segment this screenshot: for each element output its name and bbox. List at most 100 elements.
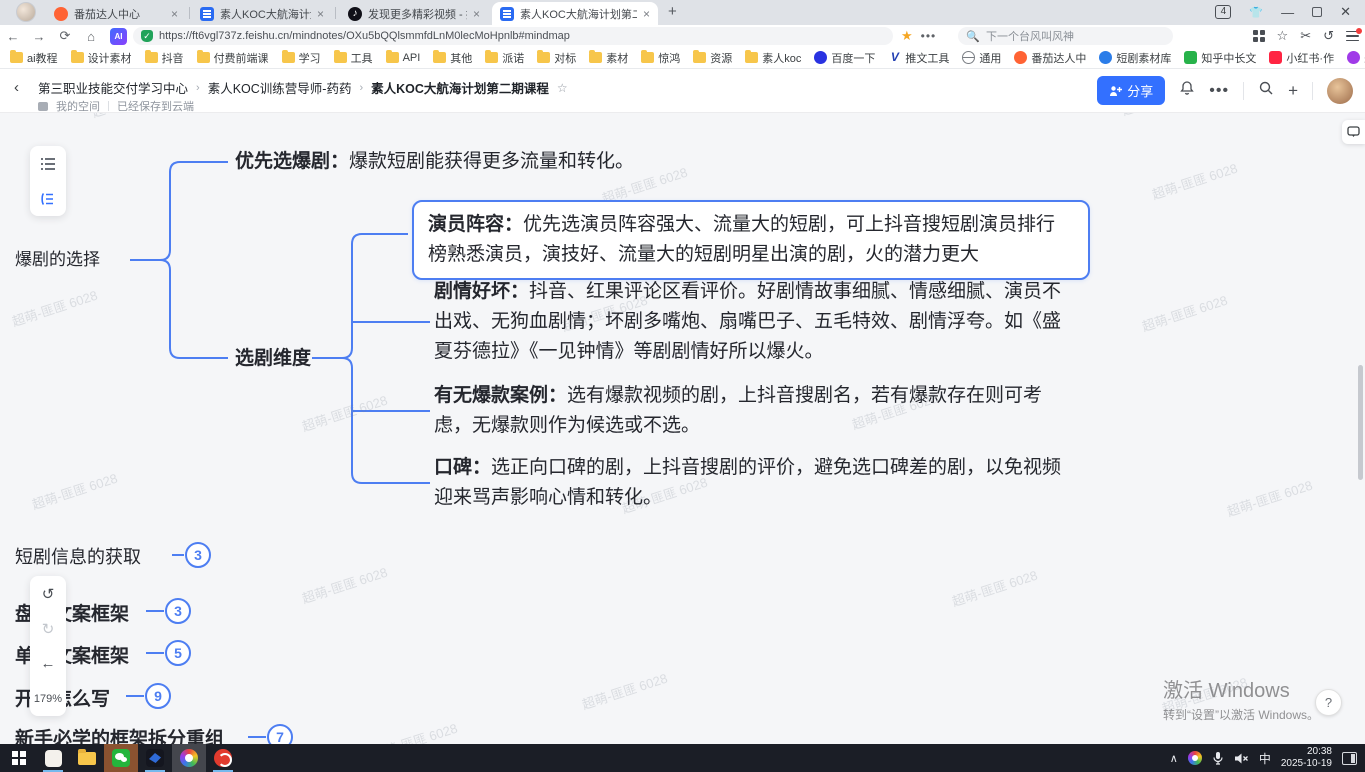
breadcrumb-item[interactable]: 素人KOC训练营导师-药药 — [208, 78, 352, 97]
tab-close-icon[interactable]: × — [171, 7, 178, 21]
browser-profile-avatar[interactable] — [16, 2, 36, 22]
tab-fanqie-center[interactable]: 番茄达人中心 × — [46, 2, 186, 25]
favorite-star-icon[interactable]: ☆ — [557, 81, 568, 95]
mindmap-view-button[interactable] — [30, 181, 66, 216]
mindmap-node-priority[interactable]: 优先选爆剧：爆款短剧能获得更多流量和转化。 — [235, 147, 667, 177]
mindmap-canvas[interactable]: 超萌-匪匪 6028 超萌-匪匪 6028 超萌-匪匪 6028 超萌-匪匪 6… — [0, 113, 1365, 744]
taskbar-wechat[interactable] — [104, 744, 138, 772]
ai-assistant-icon[interactable]: AI — [110, 28, 127, 45]
tab-close-icon[interactable]: × — [643, 7, 650, 21]
address-bar[interactable]: ✓ https://ft6vgl737z.feishu.cn/mindnotes… — [133, 27, 893, 45]
outline-view-button[interactable] — [30, 146, 66, 181]
bookmark-folder[interactable]: 素人koc — [745, 50, 801, 66]
restore-button[interactable] — [1312, 7, 1322, 17]
mindmap-node-reputation[interactable]: 口碑：选正向口碑的剧，上抖音搜剧的评价，避免选口碑差的剧，以免视频迎来骂声影响心… — [434, 453, 1070, 513]
mindmap-node-info-sources[interactable]: 短剧信息的获取 — [15, 543, 141, 569]
collapse-count-badge[interactable]: 7 — [267, 724, 293, 744]
share-button[interactable]: 分享 — [1097, 76, 1165, 105]
back-icon[interactable]: ← — [0, 29, 26, 44]
bookmarked-star-icon[interactable]: ★ — [901, 28, 913, 44]
scissors-screenshot-icon[interactable]: ✂ — [1300, 28, 1311, 44]
reload-icon[interactable]: ⟳ — [52, 28, 78, 44]
mindmap-node-dimensions[interactable]: 选剧维度 — [235, 344, 311, 374]
bookmark-folder[interactable]: 设计素材 — [71, 50, 132, 66]
volume-muted-icon[interactable] — [1234, 752, 1249, 765]
bookmark-folder[interactable]: 抖音 — [145, 50, 184, 66]
bookmark-xiaohongshu[interactable]: 小红书·作 — [1269, 50, 1334, 66]
collapse-count-badge[interactable]: 3 — [165, 598, 191, 624]
bookmark-folder[interactable]: 惊鸿 — [641, 50, 680, 66]
minimize-button[interactable]: — — [1281, 5, 1294, 20]
collapse-count-badge[interactable]: 3 — [185, 542, 211, 568]
bookmark-folder[interactable]: 对标 — [537, 50, 576, 66]
bookmark-zhihu[interactable]: 知乎中长文 — [1184, 50, 1256, 66]
tray-browser-icon[interactable] — [1188, 751, 1202, 765]
taskbar-app-dark[interactable] — [138, 744, 172, 772]
space-label[interactable]: 我的空间 — [56, 98, 100, 114]
taskbar-clock[interactable]: 20:38 2025-10-19 — [1281, 746, 1332, 770]
forward-icon[interactable]: → — [26, 29, 52, 44]
mindmap-node-framework-remix[interactable]: 新手必学的框架拆分重组 — [15, 724, 224, 744]
bookmark-folder[interactable]: 学习 — [282, 50, 321, 66]
help-button[interactable]: ? — [1315, 689, 1342, 716]
microphone-icon[interactable] — [1212, 751, 1224, 765]
bookmark-baidu[interactable]: 百度一下 — [814, 50, 875, 66]
tab-feishu-doc-active[interactable]: 素人KOC大航海计划第二期 × — [492, 2, 658, 25]
mindmap-node-hit-cases[interactable]: 有无爆款案例：选有爆款视频的剧，上抖音搜剧名，若有爆款存在则可考虑，无爆款则作为… — [434, 381, 1070, 441]
close-window-button[interactable]: ✕ — [1340, 4, 1351, 20]
more-actions-icon[interactable]: ••• — [1209, 82, 1229, 100]
tab-count-badge[interactable]: 4 — [1215, 5, 1231, 19]
bell-icon[interactable] — [1179, 80, 1195, 101]
taskbar-browser[interactable] — [172, 744, 206, 772]
tab-feishu-doc-1[interactable]: 素人KOC大航海计划第二期 × — [192, 2, 332, 25]
user-avatar[interactable] — [1327, 78, 1353, 104]
bookmark-folder[interactable]: ai教程 — [10, 50, 58, 66]
locate-root-button[interactable]: ← — [30, 646, 66, 681]
tab-close-icon[interactable]: × — [473, 7, 480, 21]
bookmark-unnamed-file[interactable]: 未命名文件 — [1347, 50, 1365, 66]
bookmark-folder[interactable]: 其他 — [433, 50, 472, 66]
action-center-icon[interactable] — [1342, 752, 1357, 765]
add-new-icon[interactable]: + — [1288, 81, 1298, 101]
bookmark-folder[interactable]: 素材 — [589, 50, 628, 66]
doc-back-icon[interactable]: ‹ — [14, 79, 19, 96]
start-button[interactable] — [2, 744, 36, 772]
taskbar-file-explorer[interactable] — [70, 744, 104, 772]
tab-douyin-search[interactable]: ♪ 发现更多精彩视频 - 抖音搜索 × — [340, 2, 488, 25]
url-text[interactable]: https://ft6vgl737z.feishu.cn/mindnotes/O… — [159, 30, 570, 42]
favorites-icon[interactable]: ☆ — [1277, 28, 1289, 44]
bookmark-folder[interactable]: 付费前端课 — [197, 50, 269, 66]
doc-title[interactable]: 素人KOC大航海计划第二期课程 — [371, 78, 549, 97]
collapse-count-badge[interactable]: 9 — [145, 683, 171, 709]
undo-button[interactable]: ↺ — [30, 576, 66, 611]
zoom-level[interactable]: 179% — [30, 681, 66, 716]
new-tab-button[interactable]: + — [668, 3, 677, 20]
theme-skin-icon[interactable]: 👕 — [1249, 6, 1263, 19]
taskbar-app-notes[interactable] — [36, 744, 70, 772]
redo-button[interactable]: ↻ — [30, 611, 66, 646]
vertical-scrollbar[interactable] — [1358, 365, 1363, 480]
ime-indicator[interactable]: 中 — [1259, 750, 1271, 767]
mindmap-node-plot[interactable]: 剧情好坏：抖音、红果评论区看评价。好剧情故事细腻、情感细腻、演员不出戏、无狗血剧… — [434, 277, 1070, 367]
address-more-icon[interactable]: ••• — [921, 29, 937, 43]
doc-search-icon[interactable] — [1258, 80, 1274, 101]
taskbar-app-red[interactable] — [206, 744, 240, 772]
comment-panel-button[interactable] — [1342, 120, 1365, 144]
apps-grid-icon[interactable] — [1253, 30, 1265, 42]
mindmap-root-node[interactable]: 爆剧的选择 — [15, 249, 100, 271]
bookmark-folder[interactable]: API — [386, 52, 421, 64]
quick-search-box[interactable]: 🔍 下一个台风叫风神 — [958, 27, 1173, 45]
bookmark-drama-assets[interactable]: 短剧素材库 — [1099, 50, 1171, 66]
search-suggestion-text[interactable]: 下一个台风叫风神 — [986, 28, 1074, 44]
mindmap-node-cast-selected[interactable]: 演员阵容：优先选演员阵容强大、流量大的短剧，可上抖音搜短剧演员排行榜熟悉演员，演… — [412, 200, 1090, 280]
bookmark-fanqie[interactable]: 番茄达人中 — [1014, 50, 1086, 66]
tab-close-icon[interactable]: × — [317, 7, 324, 21]
tray-expand-icon[interactable]: ∧ — [1170, 752, 1178, 765]
bookmark-general[interactable]: 通用 — [962, 50, 1001, 66]
bookmark-folder[interactable]: 工具 — [334, 50, 373, 66]
security-shield-icon[interactable]: ✓ — [141, 30, 153, 42]
home-icon[interactable]: ⌂ — [78, 29, 104, 44]
breadcrumb-item[interactable]: 第三职业技能交付学习中心 — [38, 78, 188, 97]
bookmark-folder[interactable]: 派诺 — [485, 50, 524, 66]
collapse-count-badge[interactable]: 5 — [165, 640, 191, 666]
